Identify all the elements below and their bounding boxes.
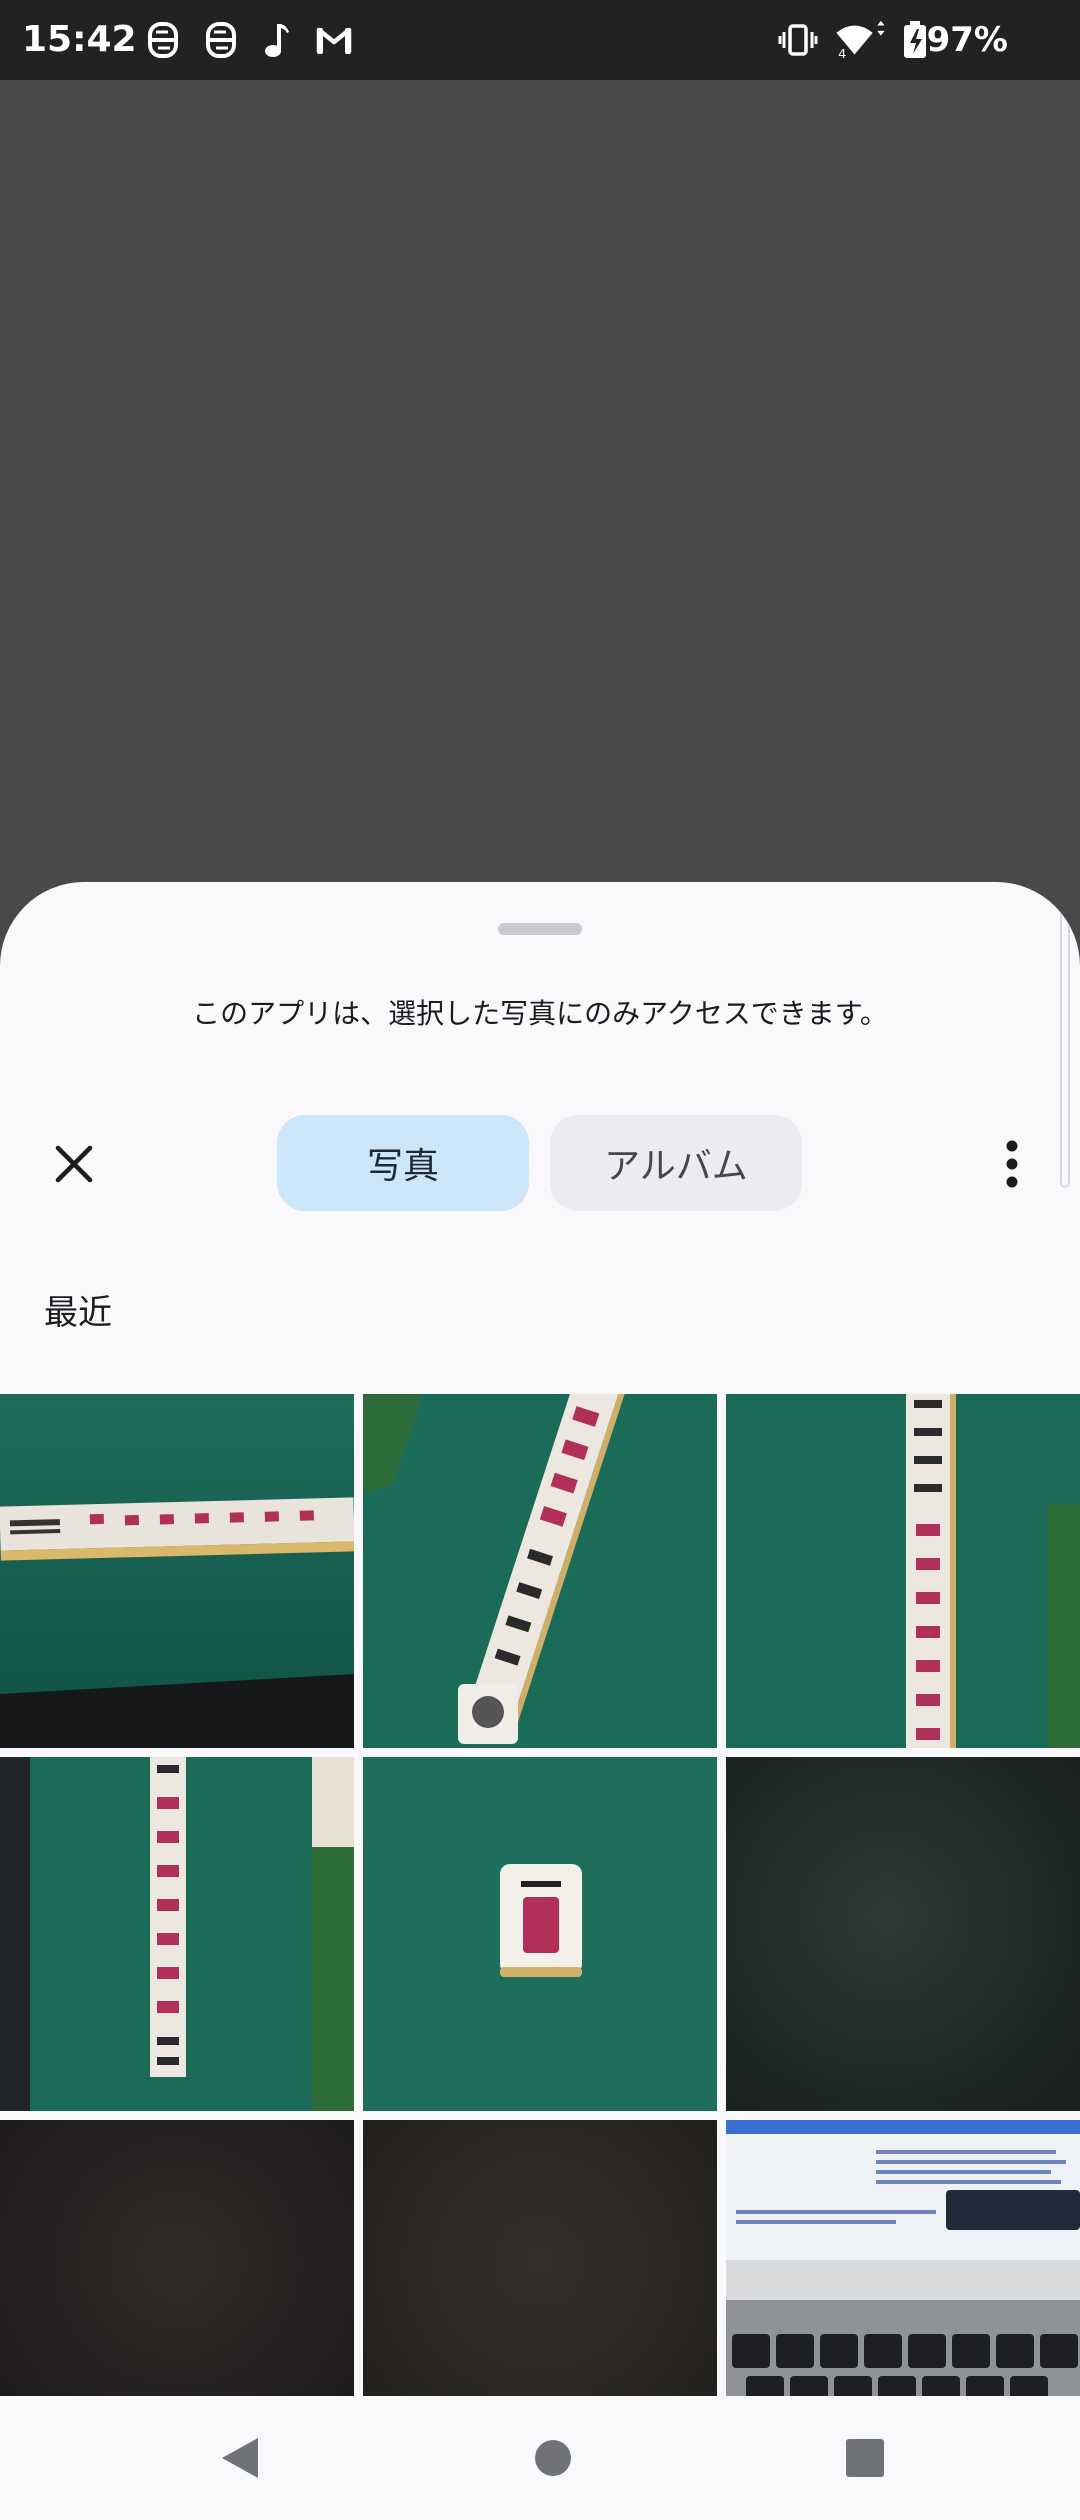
scrim[interactable] (0, 80, 1080, 880)
scrollbar[interactable] (1060, 882, 1070, 1188)
close-button[interactable] (38, 1128, 110, 1200)
mahjong-tiles-photo (726, 1394, 1080, 1748)
battery-charging-icon (904, 21, 926, 58)
gmail-icon (316, 27, 352, 54)
access-notice: このアプリは、選択した写真にのみアクセスできます。 (192, 997, 888, 1030)
section-title-recent: 最近 (44, 1293, 112, 1333)
photo-picker-sheet: このアプリは、選択した写真にのみアクセスできます。 写真 アルバム 最近 (0, 882, 1080, 2520)
home-button[interactable] (513, 2418, 593, 2498)
mahjong-tiles-photo (0, 1394, 354, 1748)
dark-photo (726, 1757, 1080, 2111)
navigation-bar (0, 2396, 1080, 2520)
tab-photos[interactable]: 写真 (277, 1115, 529, 1211)
wifi-icon: 4 (836, 20, 885, 60)
mahjong-tiles-photo (363, 1394, 717, 1748)
drag-handle[interactable] (498, 923, 582, 935)
back-button[interactable] (200, 2418, 280, 2498)
photo-thumbnail[interactable] (0, 1757, 354, 2111)
status-bar: 15:42 4 97% (0, 0, 1080, 80)
photo-thumbnail[interactable] (726, 1757, 1080, 2111)
recents-button[interactable] (825, 2418, 905, 2498)
photo-thumbnail[interactable] (726, 1394, 1080, 1748)
s-app-icon (148, 22, 178, 58)
music-note-icon (265, 24, 289, 57)
svg-text:4: 4 (838, 46, 846, 60)
back-triangle-icon (222, 2438, 258, 2478)
s-app-icon (206, 22, 236, 58)
more-vert-icon (1006, 1140, 1018, 1188)
vibrate-icon (778, 24, 818, 56)
close-icon (55, 1145, 93, 1183)
photo-thumbnail[interactable] (0, 1394, 354, 1748)
mahjong-tiles-photo (0, 1757, 354, 2111)
recents-square-icon (846, 2439, 884, 2477)
photo-thumbnail[interactable] (363, 1757, 717, 2111)
more-options-button[interactable] (976, 1128, 1048, 1200)
mahjong-tile-photo (363, 1757, 717, 2111)
home-circle-icon (535, 2440, 571, 2476)
tab-albums[interactable]: アルバム (550, 1115, 802, 1211)
status-time: 15:42 (22, 19, 137, 60)
photo-thumbnail[interactable] (363, 1394, 717, 1748)
battery-percent: 97% (926, 20, 1008, 60)
